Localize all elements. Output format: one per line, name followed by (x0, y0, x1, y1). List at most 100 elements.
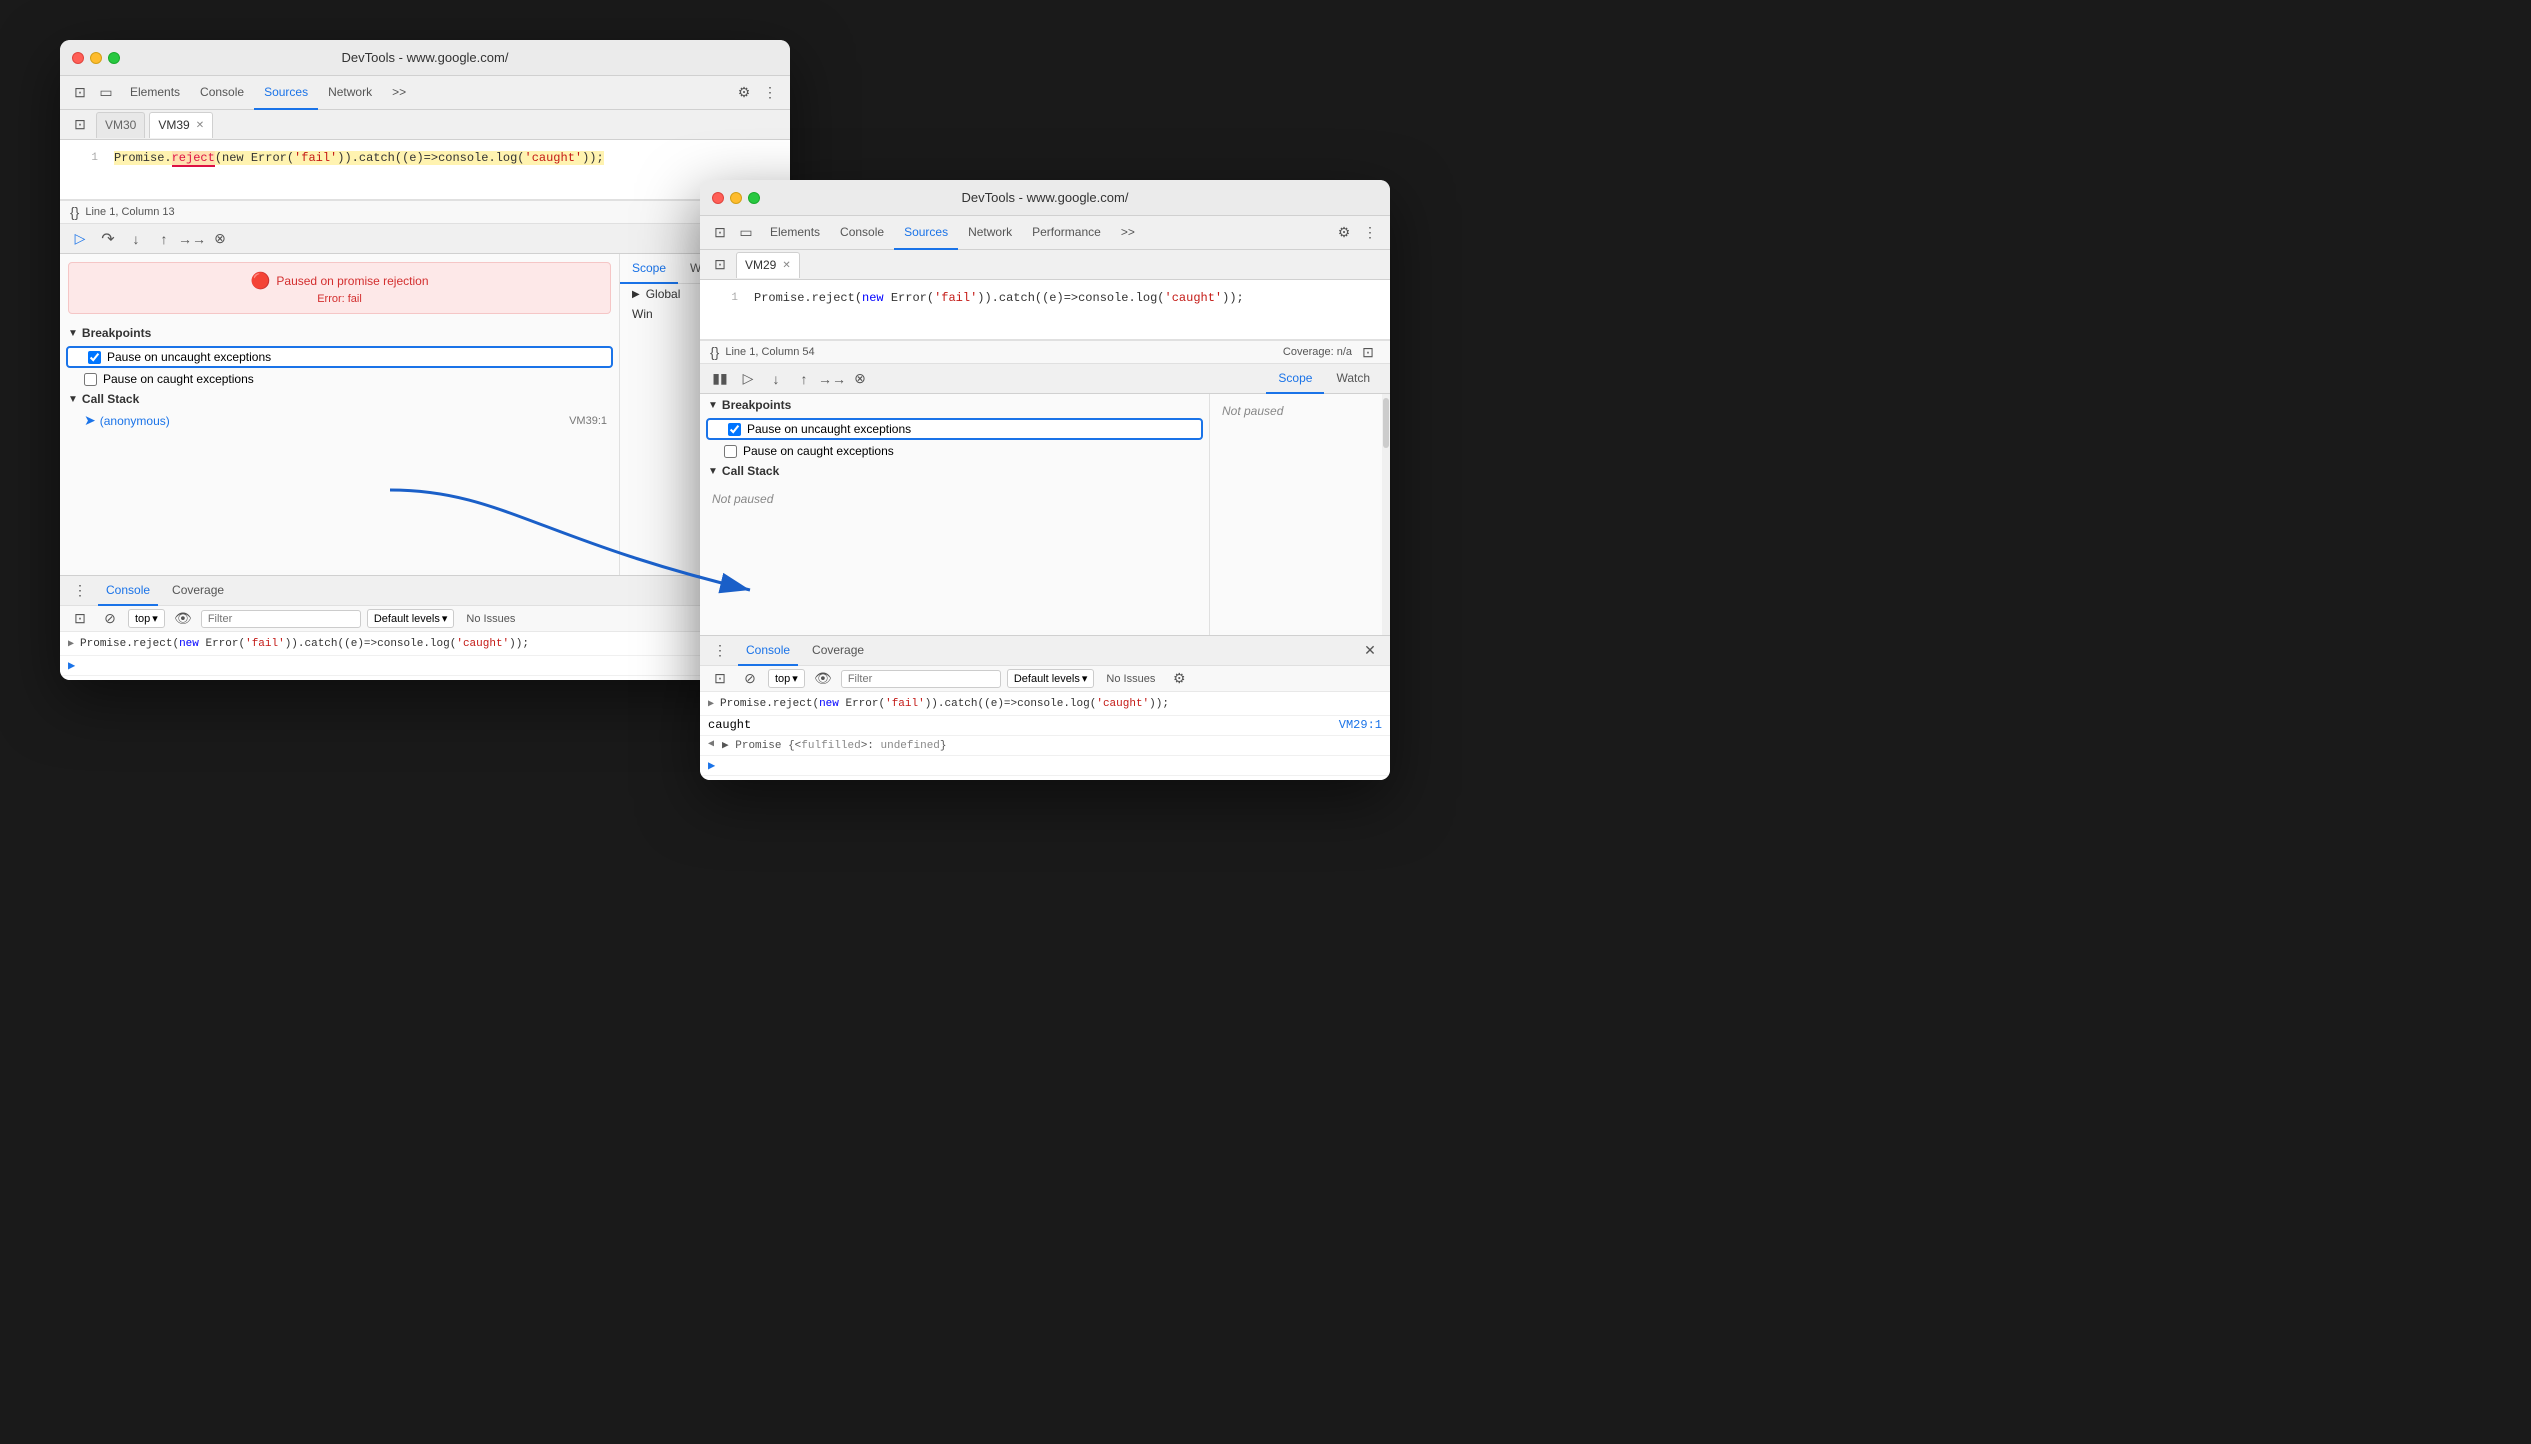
breakpoints-label-2: Breakpoints (722, 398, 791, 412)
close-tab-vm29[interactable]: ✕ (782, 260, 790, 271)
tab-more-2[interactable]: >> (1111, 216, 1145, 250)
breakpoints-header-2[interactable]: ▼ Breakpoints (700, 394, 1209, 416)
tab-more-1[interactable]: >> (382, 76, 416, 110)
not-paused-scope-2: Not paused (1210, 394, 1390, 428)
close-console-2[interactable]: ✕ (1358, 639, 1382, 663)
sidebar-toggle-2[interactable]: ⊡ (708, 253, 732, 277)
console-tabs-group-2: ⋮ Console Coverage (708, 636, 872, 666)
breakpoint-caught-1[interactable]: Pause on caught exceptions (60, 370, 619, 388)
tab-network-2[interactable]: Network (958, 216, 1022, 250)
default-levels-btn-1[interactable]: Default levels ▾ (367, 609, 455, 628)
deactivate-btn-1[interactable]: ⊗ (208, 227, 232, 251)
tab-console-2[interactable]: Console (830, 216, 894, 250)
more-icon-2[interactable]: ⋮ (1358, 221, 1382, 245)
default-levels-btn-2[interactable]: Default levels ▾ (1007, 669, 1095, 688)
resume-btn-2[interactable]: ▷ (736, 367, 760, 391)
console-toolbar-1: ⋮ Console Coverage (60, 576, 790, 606)
maximize-button-2[interactable] (748, 192, 760, 204)
console-more-2[interactable]: ⋮ (708, 639, 732, 663)
tab-elements-2[interactable]: Elements (760, 216, 830, 250)
breakpoints-label-1: Breakpoints (82, 326, 151, 340)
paused-notice-1: 🔴 Paused on promise rejection Error: fai… (68, 262, 611, 314)
console-tab-2[interactable]: Console (738, 636, 798, 666)
file-tab-vm29[interactable]: VM29 ✕ (736, 252, 800, 278)
top-dropdown-2[interactable]: top ▾ (768, 669, 805, 688)
breakpoint-caught-2[interactable]: Pause on caught exceptions (700, 442, 1209, 460)
tab-console-1[interactable]: Console (190, 76, 254, 110)
console-prompt-1: ▶ (68, 658, 75, 673)
watch-tab-2[interactable]: Watch (1324, 364, 1382, 394)
console-promise-2: ▶ Promise {<fulfilled>: undefined} (722, 738, 947, 752)
console-tab-1[interactable]: Console (98, 576, 158, 606)
console-more-1[interactable]: ⋮ (68, 579, 92, 603)
coverage-settings-2[interactable]: ⊡ (1356, 340, 1380, 364)
minimize-button-2[interactable] (730, 192, 742, 204)
step-over-btn-2[interactable]: ↓ (764, 367, 788, 391)
callstack-item-1[interactable]: ➤ (anonymous) VM39:1 (60, 410, 619, 431)
tab-sources-2[interactable]: Sources (894, 216, 958, 250)
step-btn-2[interactable]: →→ (820, 367, 844, 391)
scope-tab-2[interactable]: Scope (1266, 364, 1324, 394)
console-settings-2[interactable]: ⚙ (1167, 667, 1191, 691)
step-over-btn-1[interactable]: ↷ (96, 227, 120, 251)
tab-performance-2[interactable]: Performance (1022, 216, 1111, 250)
close-tab-vm39[interactable]: ✕ (196, 120, 204, 131)
breakpoint-caught-checkbox-2[interactable] (724, 445, 737, 458)
default-levels-label-2: Default levels (1014, 673, 1080, 685)
callstack-vm-1: VM39:1 (569, 415, 607, 427)
tab-network-1[interactable]: Network (318, 76, 382, 110)
eye-btn-1[interactable]: 👁 (171, 607, 195, 631)
paused-error-1: Error: fail (317, 293, 362, 305)
not-paused-callstack-2: Not paused (700, 482, 1209, 516)
breakpoint-uncaught-1[interactable]: Pause on uncaught exceptions (66, 346, 613, 368)
breakpoint-uncaught-checkbox-1[interactable] (88, 351, 101, 364)
resume-btn-1[interactable]: ▷ (68, 227, 92, 251)
callstack-header-1[interactable]: ▼ Call Stack (60, 388, 619, 410)
sidebar-toggle-1[interactable]: ⊡ (68, 113, 92, 137)
dropdown-arrow-1: ▾ (152, 612, 158, 625)
scrollbar-thumb-2[interactable] (1383, 398, 1389, 448)
settings-icon-1[interactable]: ⚙ (732, 81, 756, 105)
tab-elements-1[interactable]: Elements (120, 76, 190, 110)
scrollbar-2[interactable] (1382, 394, 1390, 635)
breakpoint-uncaught-checkbox-2[interactable] (728, 423, 741, 436)
breakpoint-uncaught-2[interactable]: Pause on uncaught exceptions (706, 418, 1203, 440)
console-cursor-line-1: ▶ (60, 656, 790, 676)
close-button-1[interactable] (72, 52, 84, 64)
pause-overlay-btn-2[interactable]: ▮▮ (708, 367, 732, 391)
callstack-header-2[interactable]: ▼ Call Stack (700, 460, 1209, 482)
sidebar-toggle-console-1[interactable]: ⊡ (68, 607, 92, 631)
top-dropdown-1[interactable]: top ▾ (128, 609, 165, 628)
step-into-btn-1[interactable]: ↓ (124, 227, 148, 251)
device-icon[interactable]: ▭ (94, 81, 118, 105)
inspect-icon-2[interactable]: ⊡ (708, 221, 732, 245)
coverage-tab-2[interactable]: Coverage (804, 636, 872, 666)
tab-sources-1[interactable]: Sources (254, 76, 318, 110)
code-line-2: 1 Promise.reject(new Error('fail')).catc… (700, 288, 1390, 308)
inspect-icon[interactable]: ⊡ (68, 81, 92, 105)
clear-console-1[interactable]: ⊘ (98, 607, 122, 631)
more-icon-1[interactable]: ⋮ (758, 81, 782, 105)
eye-btn-2[interactable]: 👁 (811, 667, 835, 691)
step-btn-1[interactable]: →→ (180, 227, 204, 251)
step-out-btn-1[interactable]: ↑ (152, 227, 176, 251)
step-out-btn-2[interactable]: ↑ (792, 367, 816, 391)
vm29-link-2[interactable]: VM29:1 (1339, 718, 1382, 732)
file-tab-vm39[interactable]: VM39 ✕ (149, 112, 213, 138)
maximize-button-1[interactable] (108, 52, 120, 64)
minimize-button-1[interactable] (90, 52, 102, 64)
device-icon-2[interactable]: ▭ (734, 221, 758, 245)
close-button-2[interactable] (712, 192, 724, 204)
not-paused-text-2: Not paused (1222, 404, 1283, 418)
breakpoints-header-1[interactable]: ▼ Breakpoints (60, 322, 619, 344)
sidebar-toggle-console-2[interactable]: ⊡ (708, 667, 732, 691)
coverage-tab-1[interactable]: Coverage (164, 576, 232, 606)
file-tab-vm30[interactable]: VM30 (96, 112, 145, 138)
clear-console-2[interactable]: ⊘ (738, 667, 762, 691)
deactivate-btn-2[interactable]: ⊗ (848, 367, 872, 391)
filter-input-1[interactable] (201, 610, 361, 628)
breakpoint-caught-checkbox-1[interactable] (84, 373, 97, 386)
scope-tab-1[interactable]: Scope (620, 254, 678, 284)
filter-input-2[interactable] (841, 670, 1001, 688)
settings-icon-2[interactable]: ⚙ (1332, 221, 1356, 245)
